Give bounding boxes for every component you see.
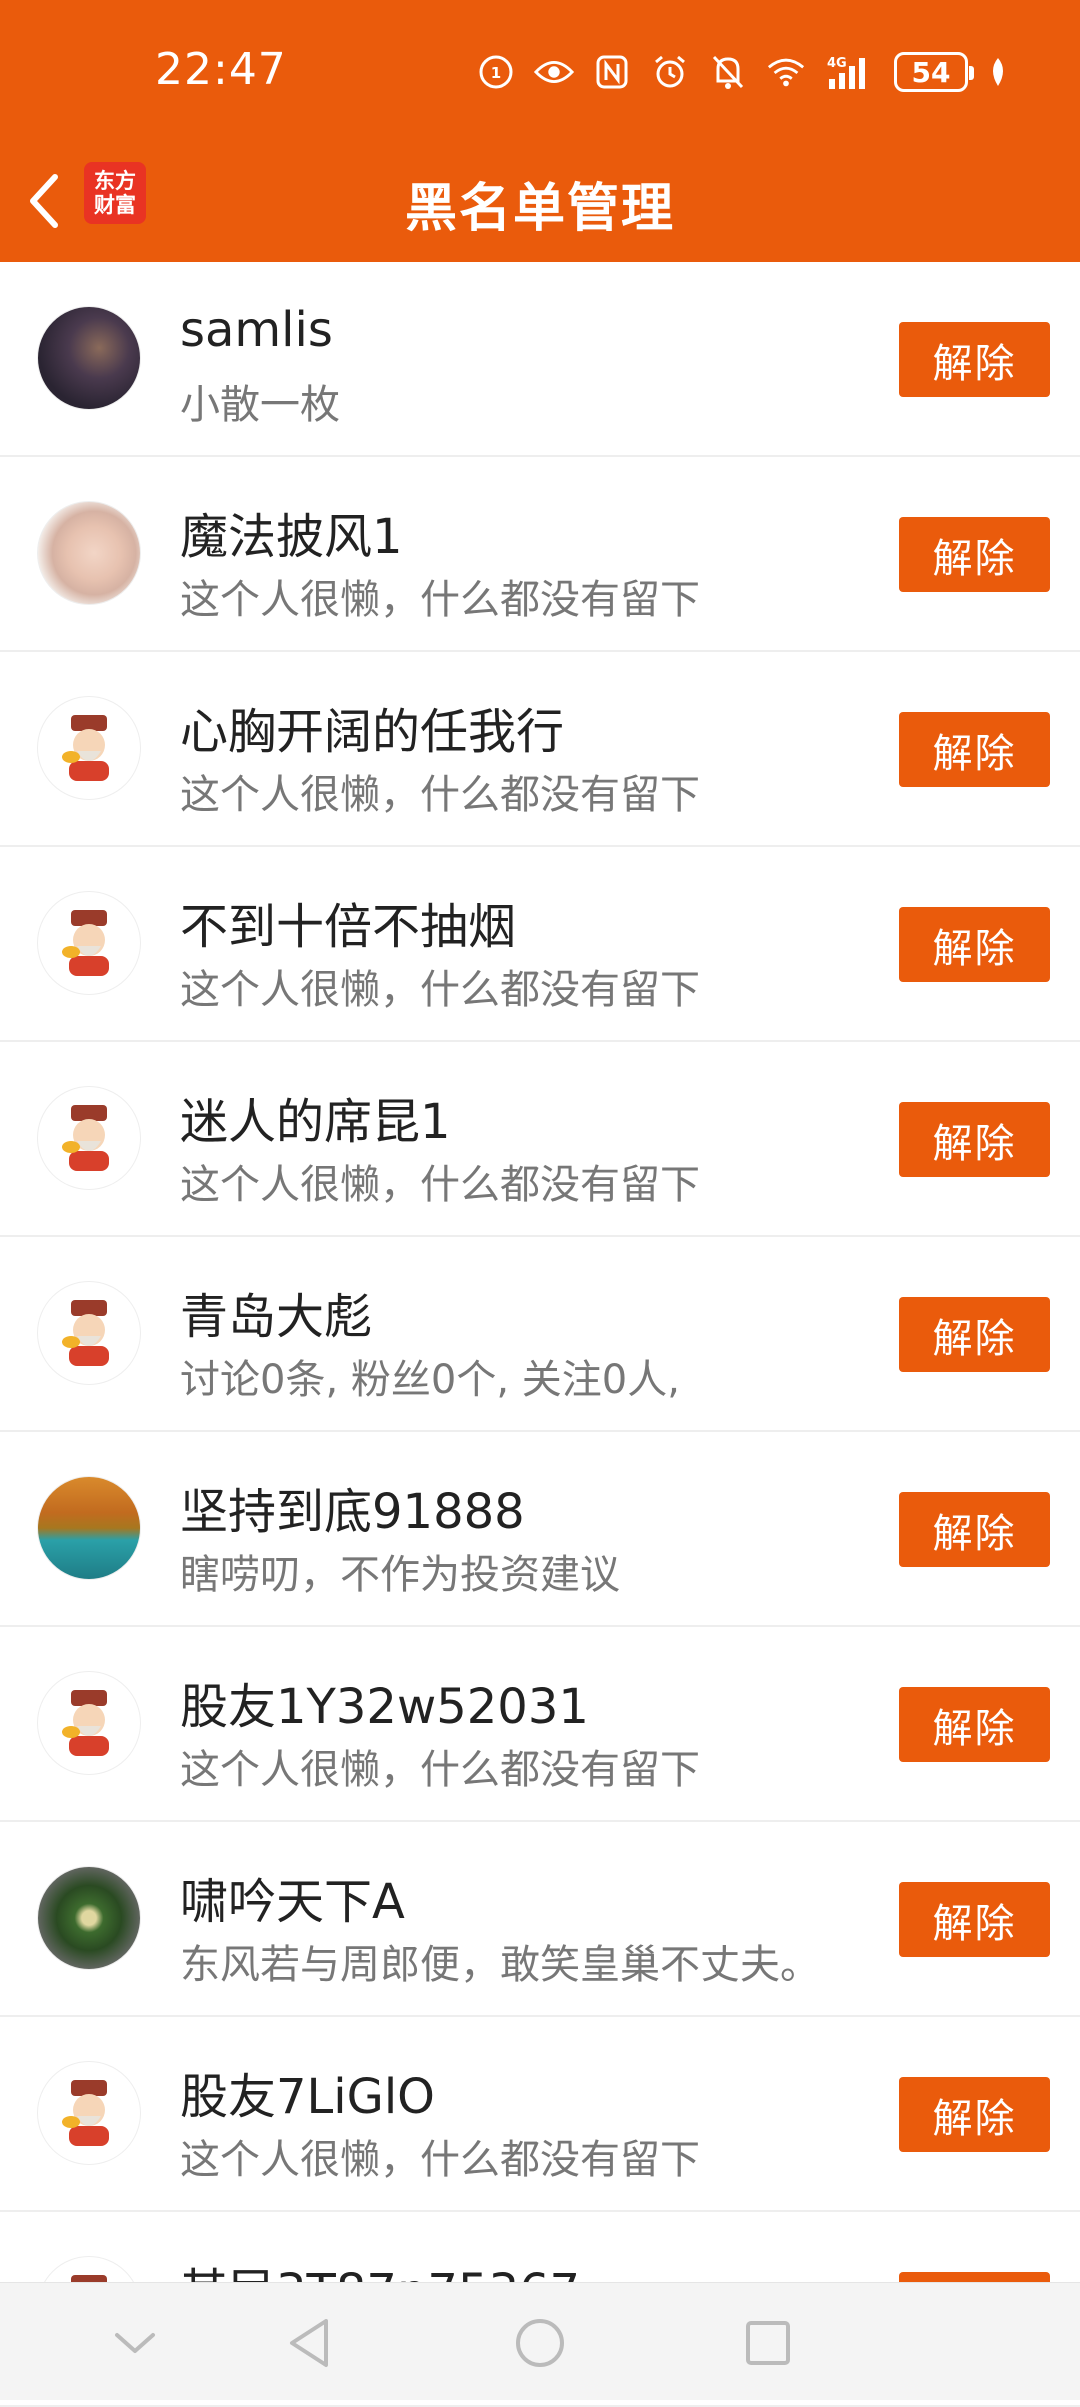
nickname: 啸吟天下A — [180, 1874, 405, 1930]
avatar[interactable] — [37, 2061, 141, 2165]
avatar[interactable] — [37, 1476, 141, 1580]
avatar[interactable] — [37, 1671, 141, 1775]
avatar[interactable] — [37, 1281, 141, 1385]
nickname: 股友7LiGlO — [180, 2069, 435, 2125]
list-item: 坚持到底91888 瞎唠叨，不作为投资建议 解除 — [0, 1432, 1080, 1627]
signature: 这个人很懒，什么都没有留下 — [180, 577, 700, 623]
signature: 这个人很懒，什么都没有留下 — [180, 1162, 700, 1208]
status-icons: 1 4G 54 — [476, 48, 1010, 96]
battery-icon: 54 — [894, 52, 974, 92]
list-item: 心胸开阔的任我行 这个人很懒，什么都没有留下 解除 — [0, 652, 1080, 847]
avatar[interactable] — [37, 1866, 141, 1970]
list-item: 迷人的席昆1 这个人很懒，什么都没有留下 解除 — [0, 1042, 1080, 1237]
signature: 这个人很懒，什么都没有留下 — [180, 2137, 700, 2183]
status-bar: 22:47 1 4G 54 — [0, 0, 1080, 140]
back-icon[interactable] — [280, 2313, 340, 2373]
avatar[interactable] — [37, 696, 141, 800]
signature: 讨论0条, 粉丝0个, 关注0人, — [180, 1357, 680, 1403]
signature: 小散一枚 — [180, 382, 340, 428]
nickname: 股友1Y32w52031 — [180, 1679, 589, 1735]
nickname: 心胸开阔的任我行 — [180, 704, 565, 760]
signature: 这个人很懒，什么都没有留下 — [180, 967, 700, 1013]
nickname: 不到十倍不抽烟 — [180, 899, 517, 955]
fortune-god-icon — [62, 1300, 109, 1366]
remove-button[interactable]: 解除 — [899, 1297, 1050, 1372]
signature: 这个人很懒，什么都没有留下 — [180, 772, 700, 818]
signature: 东风若与周郎便，敢笑皇巢不丈夫。 — [180, 1942, 820, 1988]
nickname: 迷人的席昆1 — [180, 1094, 451, 1150]
remove-button[interactable]: 解除 — [899, 322, 1050, 397]
recents-icon[interactable] — [738, 2313, 798, 2373]
list-item: 股友7LiGlO 这个人很懒，什么都没有留下 解除 — [0, 2017, 1080, 2212]
home-icon[interactable] — [510, 2313, 570, 2373]
avatar[interactable] — [37, 891, 141, 995]
remove-button[interactable]: 解除 — [899, 1102, 1050, 1177]
svg-text:4G: 4G — [827, 56, 847, 71]
remove-button[interactable]: 解除 — [899, 517, 1050, 592]
remove-button[interactable]: 解除 — [899, 1882, 1050, 1957]
avatar[interactable] — [37, 1086, 141, 1190]
battery-level: 54 — [911, 55, 951, 89]
list-item: 不到十倍不抽烟 这个人很懒，什么都没有留下 解除 — [0, 847, 1080, 1042]
nfc-icon — [592, 52, 632, 92]
remove-button[interactable]: 解除 — [899, 1492, 1050, 1567]
signature: 这个人很懒，什么都没有留下 — [180, 1747, 700, 1793]
fortune-god-icon — [62, 1690, 109, 1756]
collapse-icon[interactable] — [105, 2313, 165, 2373]
avatar[interactable] — [37, 501, 141, 605]
list-item: 股友1Y32w52031 这个人很懒，什么都没有留下 解除 — [0, 1627, 1080, 1822]
nickname: samlis — [180, 302, 333, 358]
nickname: 魔法披风1 — [180, 509, 403, 565]
signature: 瞎唠叨，不作为投资建议 — [180, 1552, 620, 1598]
avatar[interactable] — [37, 306, 141, 410]
list-item: 啸吟天下A 东风若与周郎便，敢笑皇巢不丈夫。 解除 — [0, 1822, 1080, 2017]
wifi-icon — [766, 52, 806, 92]
mute-icon — [708, 52, 748, 92]
list-item: 魔法披风1 这个人很懒，什么都没有留下 解除 — [0, 457, 1080, 652]
remove-button[interactable]: 解除 — [899, 2077, 1050, 2152]
alarm-icon — [650, 52, 690, 92]
nickname: 青岛大彪 — [180, 1289, 373, 1345]
list-item: 青岛大彪 讨论0条, 粉丝0个, 关注0人, 解除 — [0, 1237, 1080, 1432]
status-time: 22:47 — [155, 44, 287, 95]
blacklist: samlis 小散一枚 解除 魔法披风1 这个人很懒，什么都没有留下 解除 心胸… — [0, 262, 1080, 2407]
page-title: 黑名单管理 — [404, 179, 675, 239]
remove-button[interactable]: 解除 — [899, 1687, 1050, 1762]
svg-text:1: 1 — [491, 64, 501, 82]
system-nav-bar — [0, 2282, 1080, 2400]
list-item: samlis 小散一枚 解除 — [0, 262, 1080, 457]
hd-call-icon: 1 — [476, 52, 516, 92]
leaf-icon — [986, 52, 1010, 92]
signal-4g-icon: 4G — [824, 52, 876, 92]
remove-button[interactable]: 解除 — [899, 907, 1050, 982]
fortune-god-icon — [62, 2080, 109, 2146]
fortune-god-icon — [62, 1105, 109, 1171]
fortune-god-icon — [62, 715, 109, 781]
remove-button[interactable]: 解除 — [899, 712, 1050, 787]
nickname: 坚持到底91888 — [180, 1484, 525, 1540]
app-bar: 东方 财富 黑名单管理 — [0, 140, 1080, 262]
eye-icon — [534, 52, 574, 92]
fortune-god-icon — [62, 910, 109, 976]
